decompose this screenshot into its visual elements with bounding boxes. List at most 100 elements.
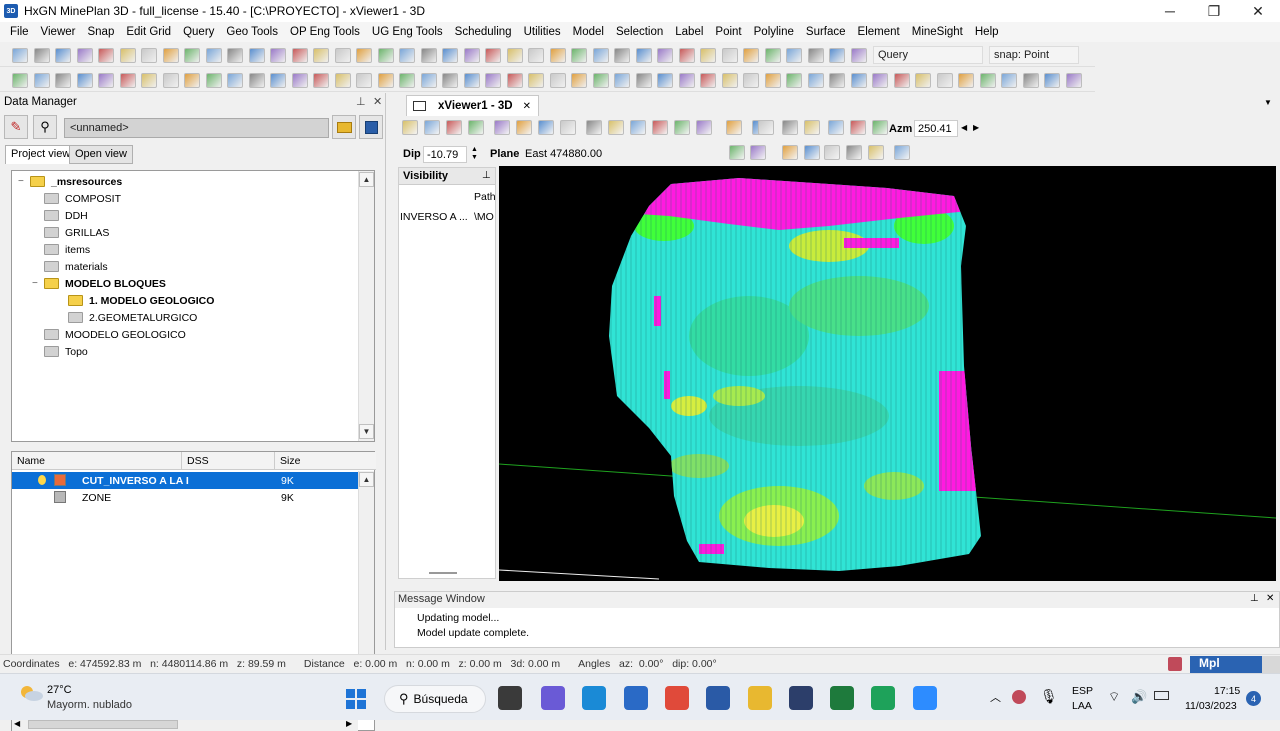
viewer-tool-icon[interactable] [804,120,820,135]
viewer-tool-icon[interactable] [782,145,798,160]
save-button[interactable] [359,115,383,139]
viewer-tool-icon[interactable] [758,120,774,135]
toolbar-tool-icon[interactable] [678,73,695,88]
tree-item[interactable]: − _msresources [18,173,122,190]
task-view-icon[interactable] [498,686,522,710]
scroll-up-icon[interactable]: ▲ [359,472,374,487]
minimize-button[interactable]: ─ [1148,0,1192,22]
menu-item-label[interactable]: Label [669,22,709,42]
toolbar-tool-icon[interactable] [549,48,566,63]
maximize-button[interactable]: ❐ [1192,0,1236,22]
toolbar-tool-icon[interactable] [227,73,243,88]
toolbar-tool-icon[interactable] [743,73,759,88]
toolbar-tool-icon[interactable] [571,73,587,88]
viewer-tool-icon[interactable] [828,120,844,135]
toolbar-tool-icon[interactable] [248,73,265,88]
menu-item-query[interactable]: Query [177,22,220,42]
tree-scrollbar[interactable]: ▲ ▼ [358,171,374,441]
store-icon[interactable] [706,686,730,710]
list-row[interactable]: CUT_INVERSO A LA I 9K [12,472,358,489]
lightbulb-icon[interactable] [38,475,46,485]
menu-item-op-eng-tools[interactable]: OP Eng Tools [284,22,366,42]
toolbar-tool-icon[interactable] [1001,73,1017,88]
pin-icon[interactable]: ⊥ [1250,593,1259,604]
teams-icon[interactable] [541,686,565,710]
toolbar-tool-icon[interactable] [377,48,394,63]
pin-icon[interactable]: ⊥ [482,170,491,181]
menu-item-element[interactable]: Element [852,22,906,42]
plane-field[interactable]: East 474880.00 [522,146,720,163]
toolbar-tool-icon[interactable] [420,48,437,63]
viewer-tool-icon[interactable] [424,120,440,135]
toolbar-tool-icon[interactable] [33,48,50,63]
toolbar-tool-icon[interactable] [270,73,286,88]
collapse-icon[interactable]: − [32,278,44,289]
toolbar-tool-icon[interactable] [33,73,50,88]
toolbar-tool-icon[interactable] [829,73,845,88]
tree-item[interactable]: Topo [32,343,88,360]
notification-badge[interactable]: 4 [1246,691,1261,706]
microphone-icon[interactable]: 🎙 [1040,688,1058,705]
azm-stepper-left[interactable]: ◀ [961,123,967,132]
toolbar-tool-icon[interactable] [184,48,200,63]
tab-project-view[interactable]: Project view [5,145,77,164]
mpl-indicator[interactable]: Mpl [1190,656,1262,673]
toolbar-tool-icon[interactable] [141,48,157,63]
dip-input[interactable]: -10.79 [423,146,467,163]
windows-start-icon[interactable] [345,688,367,710]
list-row[interactable]: ZONE 9K [12,489,358,506]
toolbar-tool-icon[interactable] [936,73,953,88]
mail-icon[interactable] [624,686,648,710]
toolbar-tool-icon[interactable] [205,48,222,63]
edit-path-button[interactable]: ✎ [4,115,28,139]
toolbar-tool-icon[interactable] [657,73,673,88]
toolbar-tool-icon[interactable] [850,48,867,63]
clock-date[interactable]: 11/03/2023 [1185,700,1237,712]
toolbar-tool-icon[interactable] [12,73,28,88]
toolbar-tool-icon[interactable] [721,48,738,63]
toolbar-tool-icon[interactable] [442,48,458,63]
viewer-tool-icon[interactable] [494,120,510,135]
toolbar-tool-icon[interactable] [119,73,136,88]
toolbar-tool-icon[interactable] [807,48,824,63]
tab-open-view[interactable]: Open view [69,145,133,164]
toolbar-tool-icon[interactable] [1044,73,1060,88]
scroll-left-icon[interactable]: ◀ [14,719,20,728]
security-icon[interactable] [1012,690,1026,704]
toolbar-tool-icon[interactable] [614,73,630,88]
edge-icon[interactable] [582,686,606,710]
weather-cloud-icon[interactable] [18,684,44,702]
toolbar-tool-icon[interactable] [184,73,200,88]
query-field[interactable]: Query [873,46,983,64]
viewer-tool-icon[interactable] [516,120,532,135]
battery-icon[interactable] [1154,691,1169,700]
toolbar-tool-icon[interactable] [764,73,781,88]
menu-item-edit-grid[interactable]: Edit Grid [120,22,177,42]
toolbar-tool-icon[interactable] [1022,73,1039,88]
tab-xviewer1[interactable]: xViewer1 - 3D ✕ [406,95,539,116]
viewer-tool-icon[interactable] [824,145,840,160]
toolbar-tool-icon[interactable] [356,48,372,63]
status-gift-icon[interactable] [1168,657,1182,671]
menu-item-utilities[interactable]: Utilities [518,22,567,42]
toolbar-tool-icon[interactable] [334,48,351,63]
toolbar-tool-icon[interactable] [635,48,652,63]
menu-item-ug-eng-tools[interactable]: UG Eng Tools [366,22,449,42]
toolbar-tool-icon[interactable] [786,48,802,63]
weather-temperature[interactable]: 27°C [47,684,72,696]
toolbar-tool-icon[interactable] [119,48,136,63]
dip-stepper[interactable]: ▲ ▼ [471,146,478,162]
file-explorer-icon[interactable] [748,686,772,710]
viewer-tool-icon[interactable] [804,145,820,160]
toolbar-tool-icon[interactable] [98,73,114,88]
toolbar-tool-icon[interactable] [55,73,71,88]
viewer-tool-icon[interactable] [674,120,690,135]
pin-icon[interactable]: ⊥ [356,95,366,108]
close-tab-icon[interactable]: ✕ [523,101,531,112]
toolbar-tool-icon[interactable] [313,48,329,63]
toolbar-tool-icon[interactable] [700,73,716,88]
scroll-down-icon[interactable]: ▼ [359,424,374,439]
toolbar-tool-icon[interactable] [399,48,415,63]
viewer-tool-icon[interactable] [872,120,888,135]
toolbar-tool-icon[interactable] [313,73,329,88]
